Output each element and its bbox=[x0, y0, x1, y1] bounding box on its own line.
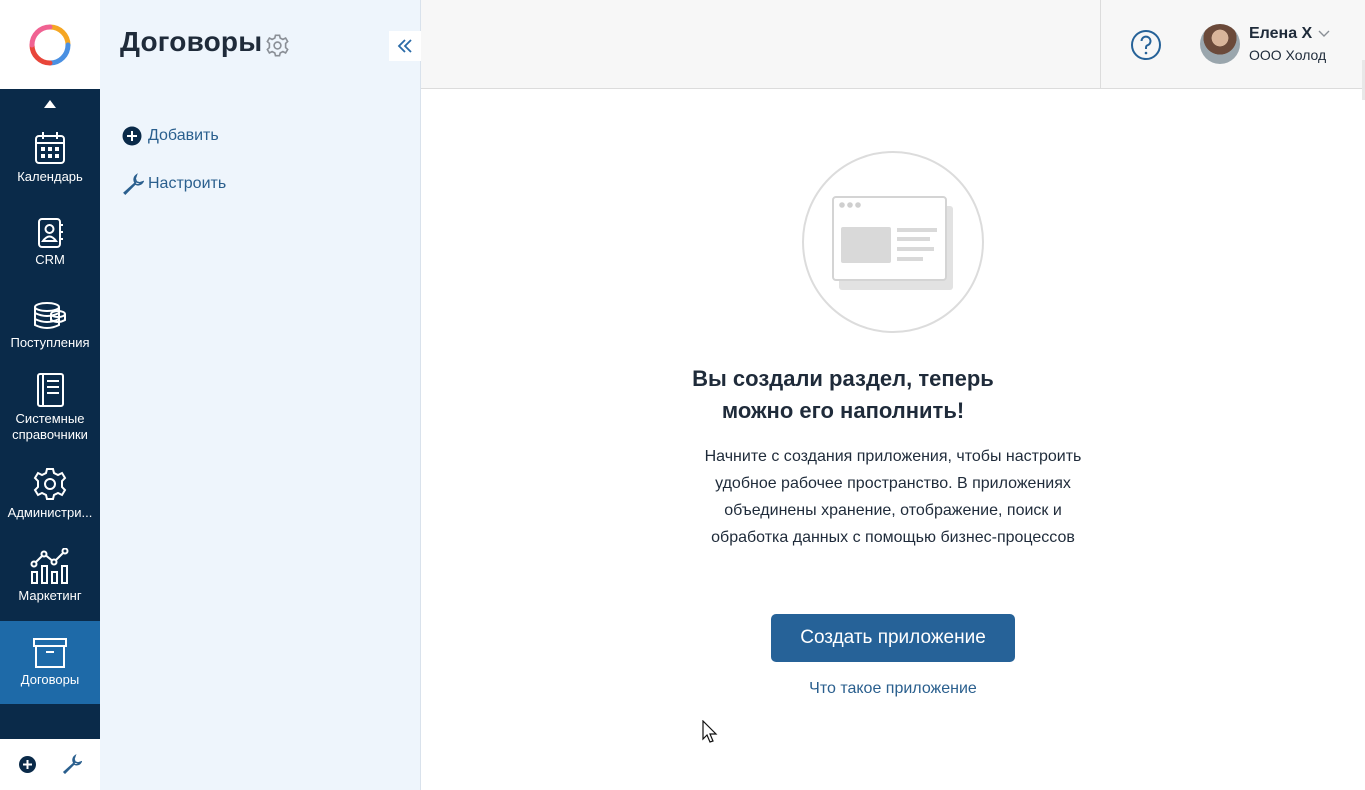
rail-item-crm[interactable]: CRM bbox=[0, 218, 100, 278]
mouse-cursor-icon bbox=[702, 720, 718, 743]
rail-scroll-up[interactable] bbox=[0, 96, 100, 112]
rail-item-label: Договоры bbox=[20, 671, 80, 687]
header-divider bbox=[1100, 0, 1101, 88]
book-icon bbox=[37, 373, 64, 407]
double-chevron-left-icon bbox=[397, 39, 412, 53]
plus-circle-icon bbox=[122, 126, 142, 146]
rail-item-label: Поступления bbox=[10, 335, 90, 350]
user-org: ООО Холод bbox=[1249, 47, 1327, 63]
empty-state-illustration bbox=[802, 151, 984, 333]
what-is-app-link[interactable]: Что такое приложение bbox=[793, 680, 993, 698]
rail-item-income[interactable]: Поступления bbox=[0, 301, 100, 361]
wrench-icon[interactable] bbox=[62, 754, 82, 774]
rail-item-label: Системные справочники bbox=[12, 411, 88, 442]
main-rail: Календарь CRM Поступления Системные спра… bbox=[0, 0, 100, 790]
chart-icon bbox=[30, 548, 69, 584]
configure-link[interactable]: Настроить bbox=[122, 173, 226, 195]
section-settings-icon[interactable] bbox=[266, 34, 289, 57]
rail-item-label: Маркетинг bbox=[18, 588, 82, 603]
collapse-sidebar-button[interactable] bbox=[389, 31, 421, 61]
coins-stack-icon bbox=[34, 302, 66, 329]
rail-item-marketing[interactable]: Маркетинг bbox=[0, 548, 100, 608]
rail-bottom-bar bbox=[0, 739, 100, 790]
rail-item-contracts[interactable]: Договоры bbox=[0, 621, 100, 704]
logo-icon bbox=[29, 24, 71, 65]
contact-book-icon bbox=[38, 218, 63, 248]
rail-item-admin[interactable]: Администри... bbox=[0, 467, 100, 527]
rail-item-label: Календарь bbox=[17, 169, 83, 184]
top-header: Елена Х ООО Холод bbox=[421, 0, 1365, 89]
rail-item-calendar[interactable]: Календарь bbox=[0, 131, 100, 207]
section-sidebar: Договоры Добавить Настроить bbox=[100, 0, 421, 790]
caret-up-icon bbox=[44, 100, 56, 108]
wrench-icon bbox=[123, 173, 144, 195]
chevron-down-icon bbox=[1318, 30, 1330, 37]
empty-state-description: Начните с создания приложения, чтобы нас… bbox=[704, 448, 1082, 546]
add-link-label: Добавить bbox=[148, 127, 219, 144]
section-title: Договоры bbox=[120, 26, 263, 57]
rail-item-directories[interactable]: Системные справочники bbox=[0, 373, 100, 449]
create-app-button[interactable]: Создать приложение bbox=[771, 614, 1015, 662]
gear-icon bbox=[33, 468, 67, 500]
empty-state-title: Вы создали раздел, теперь можно его напо… bbox=[692, 366, 994, 423]
configure-link-label: Настроить bbox=[148, 175, 227, 192]
add-section-icon[interactable] bbox=[19, 756, 36, 773]
rail-item-label: Администри... bbox=[7, 505, 93, 520]
calendar-icon bbox=[35, 132, 65, 164]
user-menu[interactable]: Елена Х ООО Холод bbox=[1200, 24, 1330, 64]
add-link[interactable]: Добавить bbox=[122, 126, 219, 146]
help-icon[interactable] bbox=[1130, 29, 1162, 61]
avatar bbox=[1200, 24, 1240, 64]
rail-item-label: CRM bbox=[35, 252, 65, 267]
app-logo[interactable] bbox=[0, 0, 100, 89]
archive-box-icon bbox=[33, 637, 67, 668]
user-name: Елена Х bbox=[1249, 25, 1313, 42]
